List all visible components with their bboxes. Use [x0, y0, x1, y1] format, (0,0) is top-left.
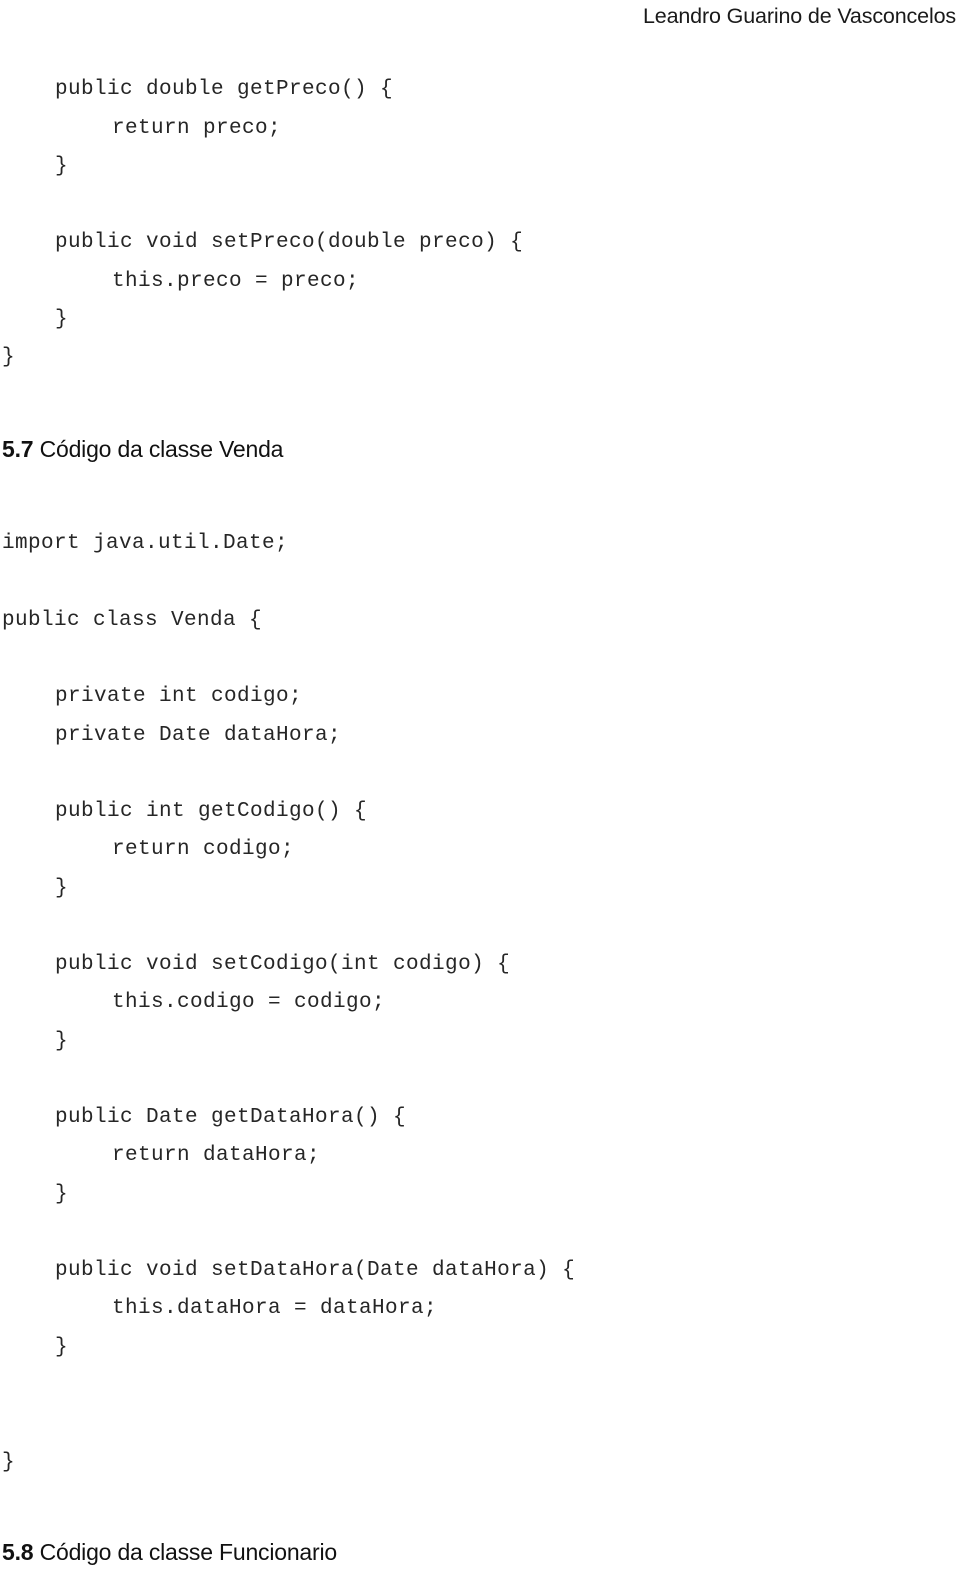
code-line: } — [55, 877, 69, 900]
code-line: } — [55, 1183, 69, 1206]
code-line: public void setDataHora(Date dataHora) { — [55, 1259, 576, 1282]
code-line: import java.util.Date; — [2, 532, 289, 555]
code-line: return dataHora; — [112, 1144, 321, 1167]
code-line: } — [2, 346, 16, 369]
section-title: Código da classe Funcionario — [39, 1539, 338, 1565]
code-line: return preco; — [112, 117, 282, 140]
code-line: private Date dataHora; — [55, 724, 342, 747]
code-line: public double getPreco() { — [55, 78, 394, 101]
code-line: } — [55, 308, 69, 331]
section-heading-5-7: 5.7 Código da classe Venda — [2, 438, 283, 461]
code-line: } — [2, 1451, 16, 1474]
code-line: this.dataHora = dataHora; — [112, 1297, 438, 1320]
code-line: private int codigo; — [55, 685, 303, 708]
code-line: public class Venda { — [2, 609, 263, 632]
code-line: return codigo; — [112, 838, 295, 861]
section-number: 5.8 — [2, 1539, 34, 1565]
code-line: public Date getDataHora() { — [55, 1106, 407, 1129]
document-body: public double getPreco() { return preco;}… — [0, 0, 960, 1570]
code-line: } — [55, 1336, 69, 1359]
code-line: } — [55, 1030, 69, 1053]
code-line: this.codigo = codigo; — [112, 991, 386, 1014]
section-heading-5-8: 5.8 Código da classe Funcionario — [2, 1541, 337, 1564]
code-line: this.preco = preco; — [112, 270, 360, 293]
code-line: public int getCodigo() { — [55, 800, 368, 823]
section-title: Código da classe Venda — [39, 436, 284, 462]
section-number: 5.7 — [2, 436, 34, 462]
code-line: public void setCodigo(int codigo) { — [55, 953, 511, 976]
code-line: } — [55, 155, 69, 178]
code-line: public void setPreco(double preco) { — [55, 231, 524, 254]
